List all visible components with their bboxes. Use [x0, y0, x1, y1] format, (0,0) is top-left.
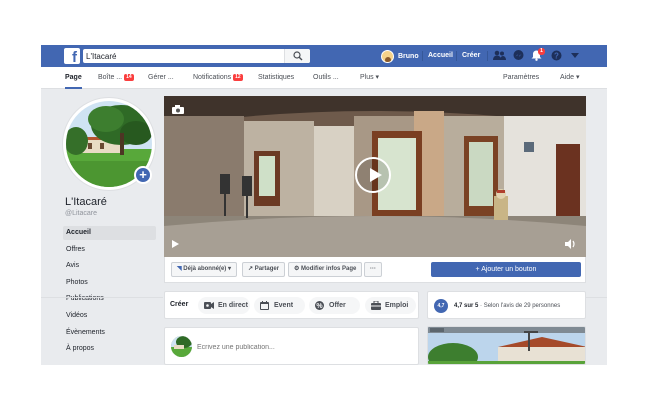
- divider: [585, 297, 607, 298]
- tab-manage[interactable]: Gérer ...: [148, 67, 174, 89]
- play-button[interactable]: [355, 157, 391, 193]
- calendar-icon: [260, 301, 269, 310]
- sidebar-item-videos[interactable]: Vidéos: [63, 309, 156, 323]
- search-input[interactable]: [86, 49, 286, 63]
- divider: [456, 51, 457, 61]
- rating-summary[interactable]: 4,7 4,7 sur 5 · Selon l'avis de 29 perso…: [427, 291, 586, 319]
- share-arrow-icon: ↗: [248, 266, 255, 272]
- tab-more[interactable]: Plus ▾: [360, 67, 379, 89]
- sidebar-item-reviews[interactable]: Avis: [63, 259, 156, 273]
- button-label: Modifier infos Page: [301, 266, 357, 272]
- more-options-button[interactable]: ···: [364, 262, 382, 277]
- tab-label: Statistiques: [258, 74, 295, 81]
- notifications-badge: 1: [538, 48, 545, 55]
- tab-label: Page: [65, 74, 82, 81]
- tab-notifications[interactable]: Notifications 12: [193, 67, 243, 89]
- button-label: Ajouter un bouton: [481, 266, 537, 273]
- create-event-button[interactable]: Event: [254, 297, 305, 314]
- camera-icon[interactable]: [172, 105, 184, 114]
- create-live-button[interactable]: En direct: [198, 297, 250, 314]
- volume-icon[interactable]: [565, 239, 576, 249]
- offer-tag-icon: %: [315, 301, 324, 310]
- page-management-tabs: Page Boîte ... 14 Gérer ... Notifications…: [41, 67, 607, 89]
- button-label: Partager: [254, 266, 280, 272]
- sidebar-item-home[interactable]: Accueil: [63, 226, 156, 240]
- button-label: Emploi: [385, 302, 409, 309]
- location-photo-image: [428, 327, 585, 364]
- create-offer-button[interactable]: % Offer: [309, 297, 360, 314]
- friend-requests-icon[interactable]: [493, 50, 506, 61]
- create-post-bar: Créer En direct Event % Offer Emploi: [164, 291, 419, 319]
- svg-text:?: ?: [554, 51, 559, 60]
- search-box: [83, 49, 310, 63]
- cover-video[interactable]: [164, 96, 586, 257]
- tab-label: Aide ▾: [560, 74, 580, 81]
- live-video-icon: [204, 302, 214, 309]
- subscribed-button[interactable]: ◥ Déjà abonné(e) ▾: [171, 262, 237, 277]
- sidebar-item-photos[interactable]: Photos: [63, 276, 156, 290]
- page-username[interactable]: @Litacare: [65, 210, 97, 217]
- facebook-logo-icon[interactable]: f: [64, 48, 80, 64]
- rating-reviews-count: Selon l'avis de 29 personnes: [483, 303, 561, 309]
- messenger-icon[interactable]: [513, 50, 524, 61]
- gear-icon: ⚙: [294, 266, 302, 272]
- rating-score-badge: 4,7: [434, 299, 448, 313]
- search-icon: [293, 51, 303, 61]
- rating-text: 4,7 sur 5 · Selon l'avis de 29 personnes: [454, 303, 561, 309]
- user-profile-link[interactable]: Bruno: [381, 49, 419, 63]
- tab-settings[interactable]: Paramètres: [503, 67, 539, 89]
- svg-text:%: %: [316, 303, 323, 310]
- button-label: Event: [274, 302, 294, 309]
- tab-label: Gérer ...: [148, 74, 174, 81]
- nav-home-link[interactable]: Accueil: [428, 52, 453, 59]
- search-button[interactable]: [284, 49, 310, 63]
- nav-create-link[interactable]: Créer: [462, 52, 480, 59]
- account-menu-chevron-down-icon[interactable]: [571, 53, 579, 59]
- button-label: Offer: [329, 302, 346, 309]
- tab-statistics[interactable]: Statistiques: [258, 67, 294, 89]
- sidebar-item-offers[interactable]: Offres: [63, 243, 156, 257]
- composer-page-avatar: [171, 336, 192, 357]
- briefcase-icon: [371, 301, 381, 310]
- share-button[interactable]: ↗ Partager: [242, 262, 286, 277]
- user-avatar: [381, 49, 394, 63]
- sidebar-item-about[interactable]: À propos: [63, 342, 156, 356]
- notifications-count-badge: 12: [233, 74, 243, 81]
- divider: [422, 51, 423, 61]
- user-name: Bruno: [398, 52, 419, 60]
- divider: [41, 297, 163, 298]
- rating-score-text: 4,7 sur 5: [454, 303, 479, 309]
- add-profile-photo-button[interactable]: +: [134, 166, 152, 184]
- page-action-bar: ◥ Déjà abonné(e) ▾ ↗ Partager ⚙ Modifier…: [164, 257, 586, 283]
- create-label: Créer: [170, 301, 189, 308]
- button-label: Déjà abonné(e) ▾: [183, 266, 231, 272]
- help-icon[interactable]: ?: [551, 50, 562, 61]
- tab-page[interactable]: Page: [65, 67, 82, 89]
- tab-help[interactable]: Aide ▾: [560, 67, 579, 89]
- location-photo-card[interactable]: [427, 326, 586, 365]
- plus-icon: +: [139, 167, 147, 182]
- facebook-page-window: f Bruno Accueil Créer 1 ? Page Boîte ...…: [41, 45, 607, 365]
- avatar-garden-image: [171, 336, 192, 357]
- edit-page-info-button[interactable]: ⚙ Modifier infos Page: [288, 262, 363, 277]
- post-composer: [164, 327, 419, 365]
- tab-label: Notifications: [193, 74, 232, 81]
- tab-label: Outils ...: [313, 74, 339, 81]
- tab-label: Paramètres: [503, 74, 540, 81]
- inbox-count-badge: 14: [124, 74, 134, 81]
- sidebar-item-events[interactable]: Évènements: [63, 326, 156, 340]
- tab-inbox[interactable]: Boîte ... 14: [98, 67, 134, 89]
- button-label: En direct: [218, 302, 248, 309]
- tab-tools[interactable]: Outils ...: [313, 67, 339, 89]
- video-play-icon[interactable]: [172, 240, 179, 248]
- divider: [487, 51, 488, 61]
- page-title: L'Itacaré: [65, 196, 107, 208]
- top-navigation-bar: f Bruno Accueil Créer 1 ?: [41, 45, 607, 67]
- sidebar-item-posts[interactable]: Publications: [63, 292, 156, 306]
- tab-label: Boîte ...: [98, 74, 123, 81]
- write-post-input[interactable]: [197, 341, 397, 353]
- create-job-button[interactable]: Emploi: [365, 297, 416, 314]
- tab-label: Plus ▾: [360, 74, 380, 81]
- add-button-cta[interactable]: + Ajouter un bouton: [431, 262, 581, 277]
